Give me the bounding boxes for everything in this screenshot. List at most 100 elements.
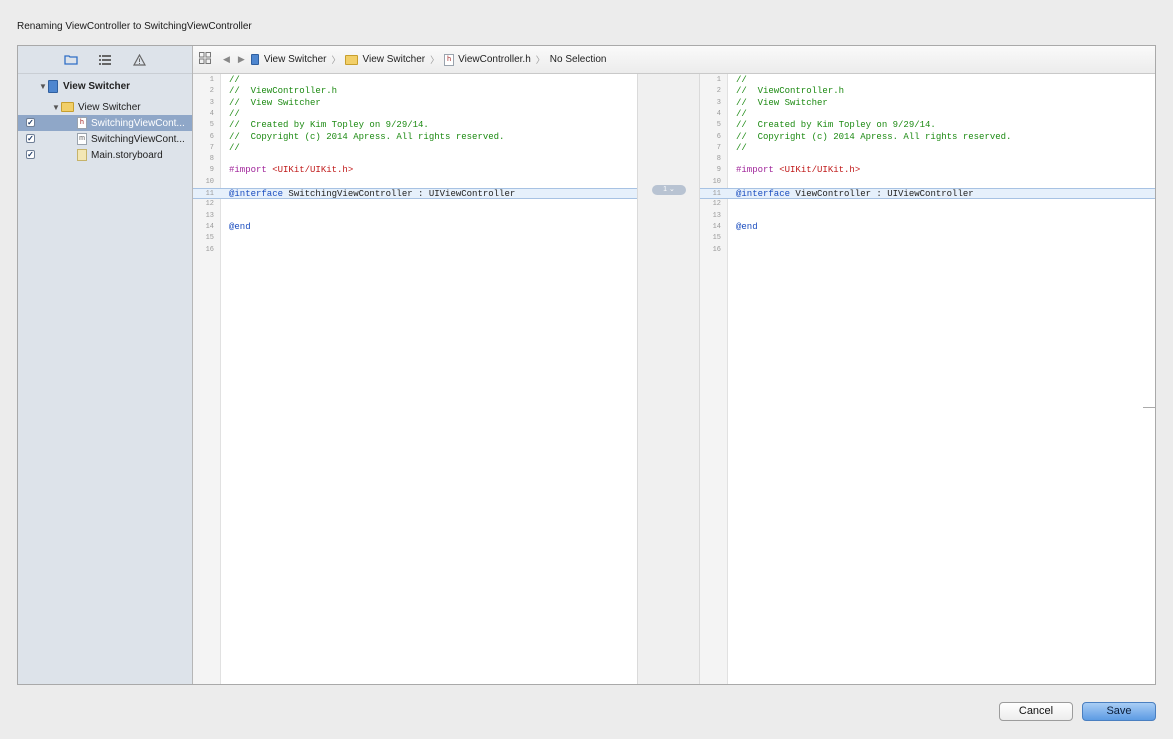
chevron-right-icon: 〉	[430, 55, 440, 65]
related-items-icon[interactable]	[199, 52, 211, 67]
code-text: //	[736, 109, 747, 120]
code-text: //	[736, 143, 747, 154]
code-line[interactable]: 15	[193, 233, 637, 244]
code-line[interactable]: 10	[700, 177, 1155, 188]
sidebar-toolbar	[18, 46, 192, 74]
storyboard-file-icon	[77, 149, 87, 161]
code-line[interactable]: 16	[193, 245, 637, 256]
right-code-pane[interactable]: 1 // 2 // ViewController.h 3 // View Switcher…	[700, 74, 1155, 684]
jumpbar-file-label: ViewController.h	[458, 54, 531, 65]
code-line[interactable]: 3 // View Switcher	[193, 98, 637, 109]
code-line[interactable]: 4 //	[700, 109, 1155, 120]
line-number: 8	[209, 155, 214, 164]
code-line[interactable]: 3 // View Switcher	[700, 98, 1155, 109]
code-line[interactable]: 4 //	[193, 109, 637, 120]
code-token: // ViewController.h	[229, 86, 338, 97]
code-line[interactable]: 2 // ViewController.h	[700, 86, 1155, 97]
line-number: 16	[205, 245, 214, 254]
code-token: // Created by Kim Topley on 9/29/14.	[736, 120, 936, 131]
list-icon[interactable]	[97, 52, 113, 68]
file-label: Main.storyboard	[91, 149, 163, 161]
code-line[interactable]: 1 //	[700, 75, 1155, 86]
code-line[interactable]: 11 @interface SwitchingViewController : U…	[193, 188, 637, 200]
jumpbar-selection-label: No Selection	[549, 54, 607, 65]
code-line[interactable]: 5 // Created by Kim Topley on 9/29/14.	[193, 120, 637, 131]
tree-file-row[interactable]: ✓ m SwitchingViewCont...	[18, 131, 192, 147]
code-line[interactable]: 11 @interface ViewController : UIViewCont…	[700, 188, 1155, 200]
code-line[interactable]: 9 #import <UIKit/UIKit.h>	[193, 165, 637, 176]
code-token: // Copyright (c) 2014 Apress. All rights…	[736, 131, 1012, 142]
code-token: //	[229, 108, 240, 119]
code-line[interactable]: 9 #import <UIKit/UIKit.h>	[700, 165, 1155, 176]
code-line[interactable]: 7 //	[700, 143, 1155, 154]
code-text: // View Switcher	[736, 98, 828, 109]
line-number: 12	[712, 200, 721, 209]
code-line[interactable]: 14 @end	[193, 222, 637, 233]
code-line[interactable]: 6 // Copyright (c) 2014 Apress. All right…	[700, 132, 1155, 143]
jumpbar-selection[interactable]: No Selection	[550, 54, 607, 65]
folder-icon[interactable]	[63, 52, 79, 68]
disclosure-triangle-icon[interactable]: ▼	[38, 82, 48, 91]
code-token: //	[736, 75, 747, 85]
file-checkbox[interactable]: ✓	[26, 118, 35, 127]
save-button[interactable]: Save	[1082, 702, 1156, 721]
code-line[interactable]: 8	[193, 154, 637, 165]
code-line[interactable]: 13	[700, 211, 1155, 222]
file-checkbox[interactable]: ✓	[26, 150, 35, 159]
line-number: 13	[205, 211, 214, 220]
scroll-indicator[interactable]	[1143, 407, 1155, 408]
line-number: 13	[712, 211, 721, 220]
code-text: #import <UIKit/UIKit.h>	[229, 165, 353, 176]
line-number: 6	[716, 132, 721, 141]
line-number: 12	[205, 200, 214, 209]
project-icon	[250, 54, 259, 65]
line-number: 7	[716, 143, 721, 152]
code-line[interactable]: 2 // ViewController.h	[193, 86, 637, 97]
back-arrow-icon[interactable]: ◀	[223, 54, 230, 65]
line-number: 1	[209, 76, 214, 84]
code-line[interactable]: 6 // Copyright (c) 2014 Apress. All right…	[193, 132, 637, 143]
file-checkbox[interactable]: ✓	[26, 134, 35, 143]
diff-gutter: 1 ⌄	[637, 74, 700, 684]
folder-group-icon	[61, 102, 74, 112]
code-text: #import <UIKit/UIKit.h>	[736, 165, 860, 176]
cancel-button[interactable]: Cancel	[999, 702, 1073, 721]
code-line[interactable]: 1 //	[193, 75, 637, 86]
code-text: // ViewController.h	[736, 86, 844, 97]
left-code-pane[interactable]: 1 // 2 // ViewController.h 3 // View Switcher…	[193, 74, 637, 684]
line-number: 3	[716, 98, 721, 107]
code-text: // Copyright (c) 2014 Apress. All rights…	[229, 132, 504, 143]
code-token: <UIKit/UIKit.h>	[266, 165, 354, 176]
code-line[interactable]: 10	[193, 177, 637, 188]
forward-arrow-icon[interactable]: ▶	[238, 54, 245, 65]
code-token: @interface	[229, 189, 284, 199]
code-line[interactable]: 15	[700, 233, 1155, 244]
file-sidebar: ▼ View Switcher ▼ View Switcher ✓ h Swit…	[18, 46, 193, 684]
tree-file-row[interactable]: ✓ h SwitchingViewCont...	[18, 115, 192, 131]
tree-group-row[interactable]: ▼ View Switcher	[18, 99, 192, 115]
jumpbar-file[interactable]: h ViewController.h	[444, 53, 531, 66]
code-line[interactable]: 16	[700, 245, 1155, 256]
warning-icon[interactable]	[131, 52, 147, 68]
code-token: // Copyright (c) 2014 Apress. All rights…	[229, 131, 505, 142]
code-line[interactable]: 14 @end	[700, 222, 1155, 233]
code-text: //	[736, 75, 747, 86]
code-line[interactable]: 13	[193, 211, 637, 222]
tree-file-row[interactable]: ✓ Main.storyboard	[18, 147, 192, 163]
line-number: 4	[716, 109, 721, 118]
code-line[interactable]: 8	[700, 154, 1155, 165]
implementation-file-icon: m	[77, 133, 87, 145]
code-line[interactable]: 7 //	[193, 143, 637, 154]
code-line[interactable]: 5 // Created by Kim Topley on 9/29/14.	[700, 120, 1155, 131]
diff-change-badge[interactable]: 1 ⌄	[652, 185, 686, 195]
line-number: 2	[209, 87, 214, 96]
code-line[interactable]: 12	[193, 199, 637, 210]
code-text: //	[229, 75, 240, 86]
jumpbar-project[interactable]: View Switcher	[250, 54, 326, 65]
code-line[interactable]: 12	[700, 199, 1155, 210]
code-text: // ViewController.h	[229, 86, 337, 97]
line-number: 16	[712, 245, 721, 254]
tree-project-row[interactable]: ▼ View Switcher	[18, 78, 192, 94]
disclosure-triangle-icon[interactable]: ▼	[51, 103, 61, 112]
jumpbar-group[interactable]: View Switcher	[345, 54, 425, 65]
